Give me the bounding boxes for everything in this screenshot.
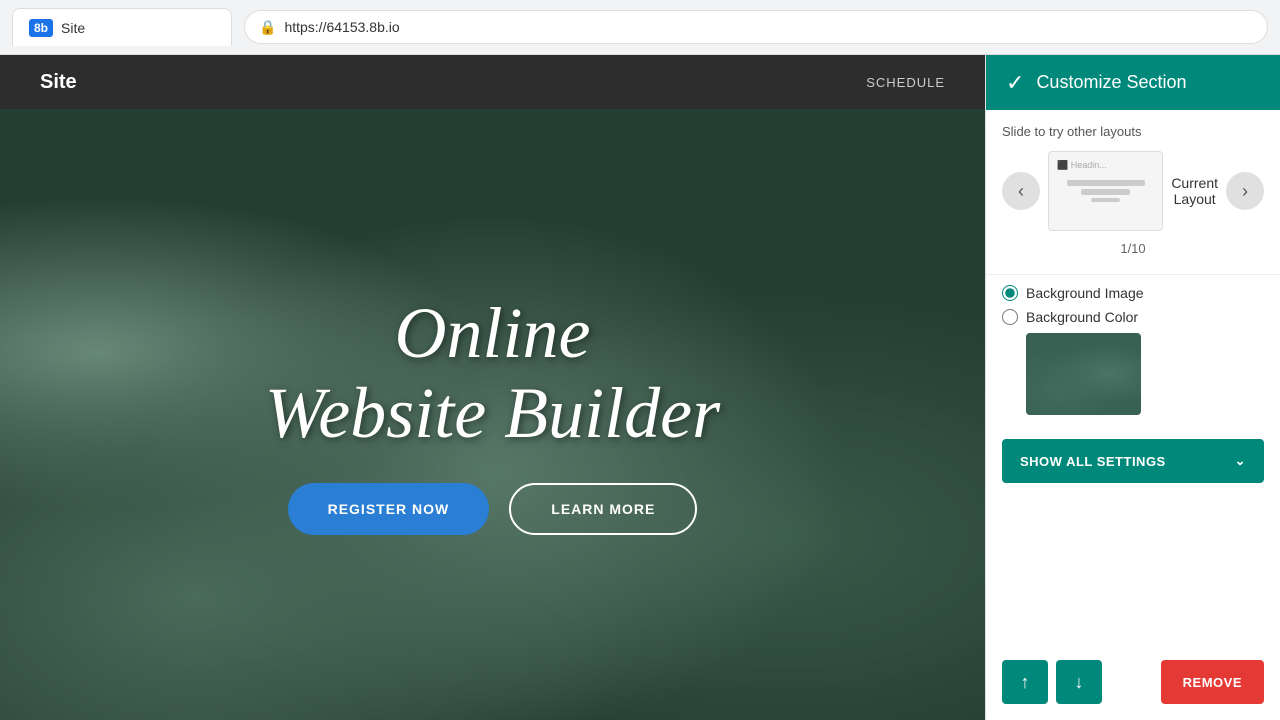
register-now-button[interactable]: REGISTER NOW xyxy=(288,483,490,535)
remove-button[interactable]: REMOVE xyxy=(1161,660,1264,704)
slide-layouts-label: Slide to try other layouts xyxy=(1002,124,1264,139)
panel-footer: ↑ ↓ REMOVE xyxy=(986,650,1280,720)
panel-header: ✓ Customize Section xyxy=(986,55,1280,110)
right-panel: ✓ Customize Section Slide to try other l… xyxy=(985,55,1280,720)
check-icon: ✓ xyxy=(1006,70,1024,96)
hero-title: Online Website Builder xyxy=(265,294,720,452)
bg-color-radio-row[interactable]: Background Color xyxy=(1002,309,1264,325)
bg-image-thumbnail xyxy=(1026,333,1141,415)
layout-slider: ‹ ⬛ Headin... CurrentLayout › xyxy=(1002,151,1264,231)
bg-color-radio[interactable] xyxy=(1002,309,1018,325)
slide-layouts-section: Slide to try other layouts ‹ ⬛ Headin...… xyxy=(986,110,1280,275)
layout-counter: 1/10 xyxy=(1002,241,1264,256)
site-nav-links: SCHEDULE xyxy=(866,75,945,90)
address-bar[interactable]: 🔒 https://64153.8b.io xyxy=(244,10,1268,44)
background-options: Background Image Background Color xyxy=(986,275,1280,425)
hero-buttons: REGISTER NOW LEARN MORE xyxy=(288,483,698,535)
move-up-button[interactable]: ↑ xyxy=(1002,660,1048,704)
lock-icon: 🔒 xyxy=(259,19,276,36)
browser-tab[interactable]: 8b Site xyxy=(12,8,232,46)
learn-more-button[interactable]: LEARN MORE xyxy=(509,483,697,535)
tab-logo: 8b xyxy=(29,19,53,37)
tab-title: Site xyxy=(61,20,85,36)
prev-layout-button[interactable]: ‹ xyxy=(1002,172,1040,210)
current-layout-label: CurrentLayout xyxy=(1171,175,1218,207)
url-text: https://64153.8b.io xyxy=(284,19,399,35)
site-logo: Site xyxy=(40,71,77,94)
bg-image-radio-row[interactable]: Background Image xyxy=(1002,285,1264,301)
show-all-settings-label: SHOW ALL SETTINGS xyxy=(1020,454,1166,469)
arrow-down-icon: ↓ xyxy=(1075,672,1084,693)
move-down-button[interactable]: ↓ xyxy=(1056,660,1102,704)
bg-color-label: Background Color xyxy=(1026,309,1138,325)
site-navbar: Site SCHEDULE xyxy=(0,55,985,109)
nav-link-schedule[interactable]: SCHEDULE xyxy=(866,75,945,90)
hero-section: Online Website Builder REGISTER NOW LEAR… xyxy=(0,109,985,720)
panel-title: Customize Section xyxy=(1036,72,1186,93)
show-all-settings-button[interactable]: SHOW ALL SETTINGS ⌄ xyxy=(1002,439,1264,483)
bg-image-preview[interactable] xyxy=(1026,333,1141,415)
main-area: Site SCHEDULE Online Website Builder REG… xyxy=(0,55,1280,720)
preview-area: Site SCHEDULE Online Website Builder REG… xyxy=(0,55,985,720)
arrow-up-icon: ↑ xyxy=(1021,672,1030,693)
hero-content: Online Website Builder REGISTER NOW LEAR… xyxy=(0,109,985,720)
bg-image-label: Background Image xyxy=(1026,285,1144,301)
bg-image-radio[interactable] xyxy=(1002,285,1018,301)
browser-bar: 8b Site 🔒 https://64153.8b.io xyxy=(0,0,1280,55)
layout-preview-card: ⬛ Headin... xyxy=(1048,151,1163,231)
chevron-down-icon: ⌄ xyxy=(1235,453,1246,469)
next-layout-button[interactable]: › xyxy=(1226,172,1264,210)
